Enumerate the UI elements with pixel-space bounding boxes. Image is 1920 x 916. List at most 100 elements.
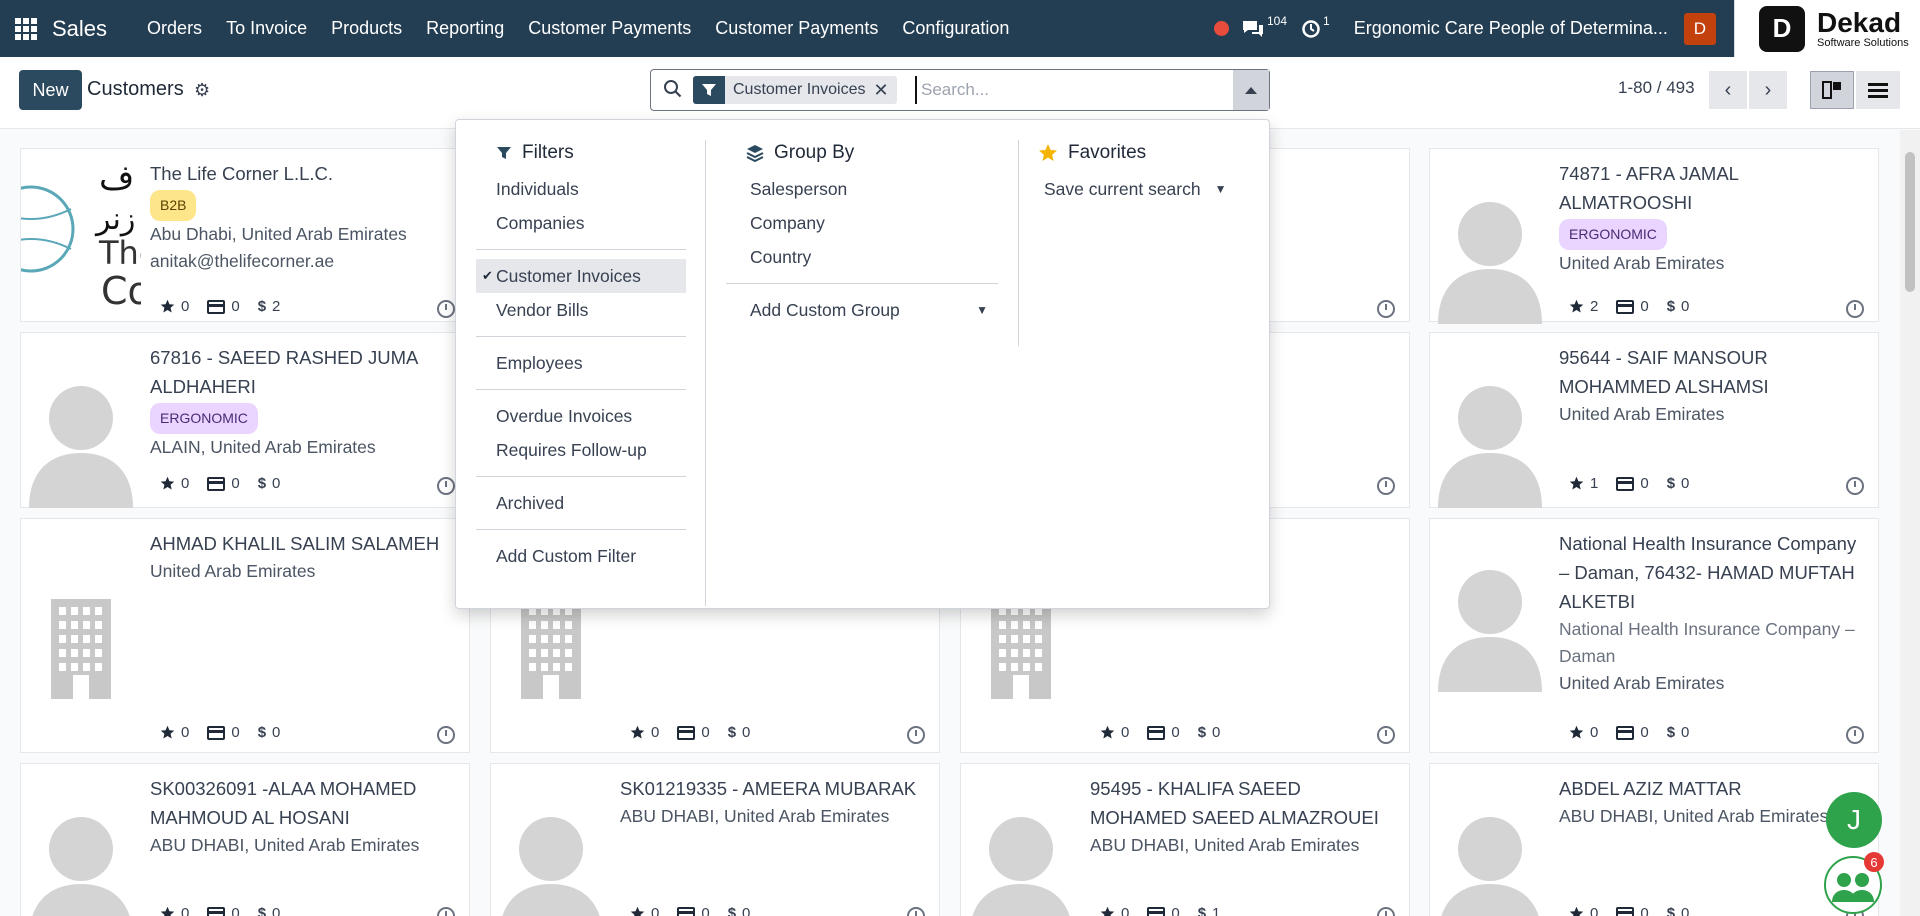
pager-value[interactable]: 1-80 / 493 <box>1618 78 1695 98</box>
dollar-icon: $ <box>1666 724 1676 741</box>
scrollbar-thumb[interactable] <box>1905 152 1915 292</box>
activity-clock-icon[interactable] <box>1377 300 1395 318</box>
stat-value: 0 <box>1121 724 1130 741</box>
search-input[interactable] <box>915 76 1215 104</box>
group-by-country[interactable]: Country <box>726 240 998 274</box>
menu-customer-payments[interactable]: Customer Payments <box>516 18 703 39</box>
activity-clock-icon[interactable] <box>1846 300 1864 318</box>
svg-text:The: The <box>98 234 141 272</box>
app-name[interactable]: Sales <box>52 16 107 42</box>
card-body: SK00326091 -ALAA MOHAMED MAHMOUD AL HOSA… <box>150 774 460 859</box>
activity-clock-icon[interactable] <box>1377 726 1395 744</box>
activity-clock-icon[interactable] <box>437 726 455 744</box>
list-view-button[interactable] <box>1856 71 1900 109</box>
messages-button[interactable]: 104 <box>1241 14 1287 39</box>
new-button[interactable]: New <box>19 70 82 110</box>
star-icon <box>630 725 645 739</box>
amount-stat: $0 <box>258 905 281 916</box>
save-current-search-label: Save current search <box>1044 179 1201 199</box>
main-menu: Orders To Invoice Products Reporting Cus… <box>135 18 1021 39</box>
record-dot-icon[interactable] <box>1214 21 1229 36</box>
facet-remove-icon[interactable]: ✕ <box>874 80 897 101</box>
pager-previous-button[interactable]: ‹ <box>1709 71 1747 109</box>
activity-clock-icon[interactable] <box>1846 477 1864 495</box>
filters-title: Filters <box>522 142 574 163</box>
apps-menu-icon[interactable] <box>0 0 52 57</box>
user-avatar[interactable]: D <box>1683 12 1716 45</box>
payments-stat: 0 <box>207 475 240 492</box>
activity-clock-icon[interactable] <box>437 477 455 495</box>
filter-option[interactable]: Vendor Bills <box>476 293 686 327</box>
star-icon <box>1569 725 1584 739</box>
filter-option[interactable]: Individuals <box>476 172 686 206</box>
stat-value: 0 <box>1681 298 1690 315</box>
customer-card[interactable]: 95495 - KHALIFA SAEED MOHAMED SAEED ALMA… <box>960 763 1410 916</box>
payments-stat: 0 <box>207 724 240 741</box>
filter-option[interactable]: ✔ Customer Invoices <box>476 259 686 293</box>
kanban-view-button[interactable] <box>1810 71 1854 109</box>
filter-option-label: Customer Invoices <box>496 266 641 286</box>
menu-to-invoice[interactable]: To Invoice <box>214 18 319 39</box>
activity-clock-icon[interactable] <box>907 907 925 916</box>
menu-configuration[interactable]: Configuration <box>890 18 1021 39</box>
filter-option[interactable]: Employees <box>476 346 686 380</box>
customer-address: United Arab Emirates <box>1559 404 1725 424</box>
activity-clock-icon[interactable] <box>437 907 455 916</box>
menu-reporting[interactable]: Reporting <box>414 18 516 39</box>
card-body: 74871 - AFRA JAMAL ALMATROOSHI ERGONOMIC U… <box>1559 159 1869 277</box>
amount-stat: $0 <box>1667 724 1690 741</box>
customer-card[interactable]: 67816 - SAEED RASHED JUMA ALDHAHERI ERGON… <box>20 332 470 508</box>
payments-stat: 0 <box>1147 905 1180 916</box>
menu-customer-payments-2[interactable]: Customer Payments <box>703 18 890 39</box>
customer-card[interactable]: SK00326091 -ALAA MOHAMED MAHMOUD AL HOSA… <box>20 763 470 916</box>
activities-button[interactable]: 1 <box>1301 14 1330 39</box>
group-by-salesperson[interactable]: Salesperson <box>726 172 998 206</box>
customer-card[interactable]: SK01219335 - AMEERA MUBARAK ABU DHABI, Un… <box>490 763 940 916</box>
company-switcher[interactable]: Ergonomic Care People of Determina... <box>1354 18 1668 39</box>
stat-value: 0 <box>1640 475 1649 492</box>
payments-stat: 0 <box>677 905 710 916</box>
gear-icon[interactable]: ⚙ <box>194 80 210 101</box>
activity-clock-icon[interactable] <box>437 300 455 318</box>
messages-count: 104 <box>1267 13 1288 28</box>
filter-option[interactable]: Companies <box>476 206 686 240</box>
filter-option[interactable]: Overdue Invoices <box>476 399 686 433</box>
stat-value: 0 <box>181 475 190 492</box>
breadcrumb: Customers <box>87 78 184 100</box>
scrollbar[interactable] <box>1900 130 1920 916</box>
pager-next-button[interactable]: › <box>1749 71 1787 109</box>
stat-value: 0 <box>181 298 190 315</box>
card-body: SK01219335 - AMEERA MUBARAK ABU DHABI, Un… <box>620 774 930 830</box>
filter-option[interactable]: Requires Follow-up <box>476 433 686 467</box>
payments-stat: 0 <box>1616 298 1649 315</box>
card-stats: 0 0 $0 <box>160 475 280 492</box>
customer-card[interactable]: 95644 - SAIF MANSOUR MOHAMMED ALSHAMSI Un… <box>1429 332 1879 508</box>
filter-option[interactable]: Archived <box>476 486 686 520</box>
activity-clock-icon[interactable] <box>1377 907 1395 916</box>
customer-card[interactable]: 74871 - AFRA JAMAL ALMATROOSHI ERGONOMIC U… <box>1429 148 1879 324</box>
menu-orders[interactable]: Orders <box>135 18 214 39</box>
activity-clock-icon[interactable] <box>1846 726 1864 744</box>
livechat-bubble[interactable]: J <box>1826 792 1882 848</box>
menu-products[interactable]: Products <box>319 18 414 39</box>
activity-clock-icon[interactable] <box>907 726 925 744</box>
filter-option[interactable]: Add Custom Filter <box>476 539 686 573</box>
avatar-placeholder-icon <box>1430 179 1550 329</box>
stat-value: 0 <box>181 905 190 916</box>
activity-clock-icon[interactable] <box>1377 477 1395 495</box>
amount-stat: $2 <box>258 298 281 315</box>
card-stats: 0 0 $0 <box>1569 905 1689 916</box>
customer-card[interactable]: AHMAD KHALIL SALIM SALAMEH United Arab Em… <box>20 518 470 753</box>
customer-card[interactable]: ف زنرTheCo The Life Corner L.L.C. B2B Abu Dh… <box>20 148 470 322</box>
customer-address: Abu Dhabi, United Arab Emirates <box>150 224 407 244</box>
customer-card[interactable]: ABDEL AZIZ MATTAR ABU DHABI, United Arab … <box>1429 763 1879 916</box>
credit-card-icon <box>677 906 696 916</box>
systray: 104 1 Ergonomic Care People of Determina… <box>1214 0 1716 57</box>
add-custom-group-select[interactable]: Add Custom Group ▼ <box>726 293 998 327</box>
group-by-company[interactable]: Company <box>726 206 998 240</box>
stat-value: 0 <box>701 905 710 916</box>
customer-card[interactable]: National Health Insurance Company – Dama… <box>1429 518 1879 753</box>
search-options-toggle[interactable] <box>1233 70 1269 110</box>
save-current-search[interactable]: Save current search ▼ <box>1038 172 1248 206</box>
favorites-stat: 0 <box>630 724 659 741</box>
